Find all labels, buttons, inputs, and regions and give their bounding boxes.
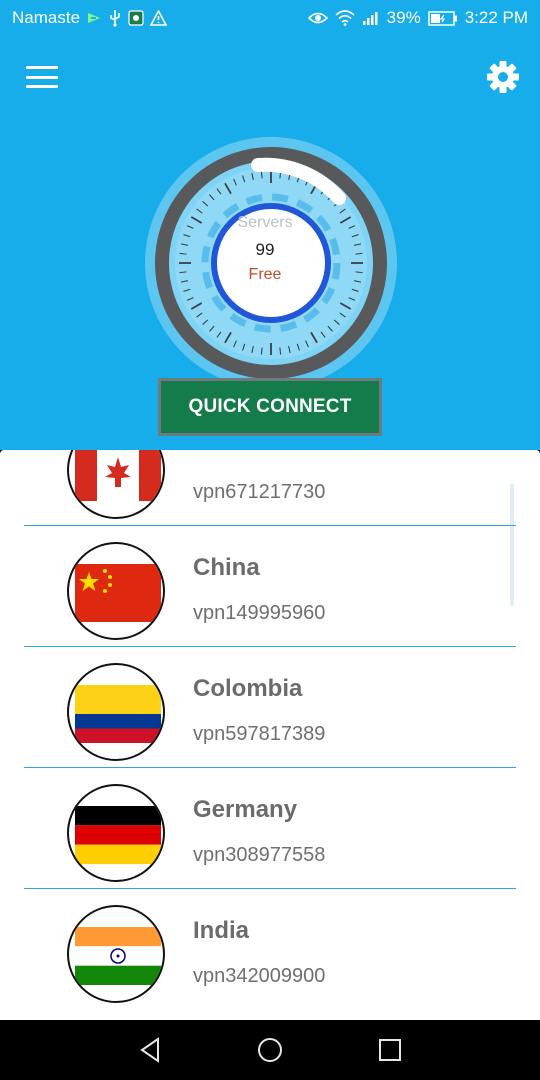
server-list-item[interactable]: vpn671217730 [24,450,516,526]
country-name: Germany [193,796,298,823]
server-id: vpn597817389 [193,723,326,745]
server-list[interactable]: vpn671217730 China vpn149995960 Colombia… [0,450,540,1020]
china-flag-icon [67,542,165,640]
header: Servers 99 Free QUICK CONNECT [0,36,540,450]
servers-count: 99 [255,240,275,259]
dial-tick [355,271,363,274]
carrier-name: Namaste [12,8,81,27]
dial-tick [179,252,187,255]
back-icon[interactable] [136,1035,166,1065]
quick-connect-button[interactable]: QUICK CONNECT [158,378,382,436]
gear-icon[interactable] [486,60,520,94]
server-list-item[interactable]: Germany vpn308977558 [24,768,516,889]
usb-icon [108,9,122,27]
status-bar: Namaste 39% 3:22 PM [0,0,540,36]
vpn-key-icon [86,10,102,26]
india-flag-icon [67,905,165,1003]
warning-icon [150,10,168,26]
clock: 3:22 PM [464,8,528,27]
battery-percent: 39% [386,8,421,27]
recents-icon[interactable] [375,1035,405,1065]
eye-icon [307,11,328,25]
servers-label: Servers [237,214,293,231]
dial-tick [355,252,363,255]
canada-flag-icon [67,450,165,519]
app-badge-icon [128,10,144,26]
dial-tick [260,171,263,179]
hamburger-menu-icon[interactable] [26,64,58,90]
server-id: vpn342009900 [193,965,326,987]
wifi-icon [335,10,355,26]
server-id: vpn671217730 [193,481,326,503]
country-name: India [193,917,250,944]
signal-icon [362,10,380,26]
server-list-item[interactable]: India vpn342009900 [24,889,516,1010]
server-id: vpn149995960 [193,602,326,624]
navigation-bar [0,1020,540,1080]
dial-tick [279,347,282,355]
dial-center: Servers 99 Free [206,200,324,318]
tier-label: Free [248,266,282,283]
home-icon[interactable] [255,1035,285,1065]
country-name: China [193,554,260,581]
server-list-item[interactable]: China vpn149995960 [24,526,516,647]
battery-icon [427,10,458,26]
server-list-item[interactable]: Colombia vpn597817389 [24,647,516,768]
server-id: vpn308977558 [193,844,326,866]
germany-flag-icon [67,784,165,882]
dial-tick [179,271,187,274]
dial-tick [260,347,263,355]
colombia-flag-icon [67,663,165,761]
country-name: Colombia [193,675,303,702]
